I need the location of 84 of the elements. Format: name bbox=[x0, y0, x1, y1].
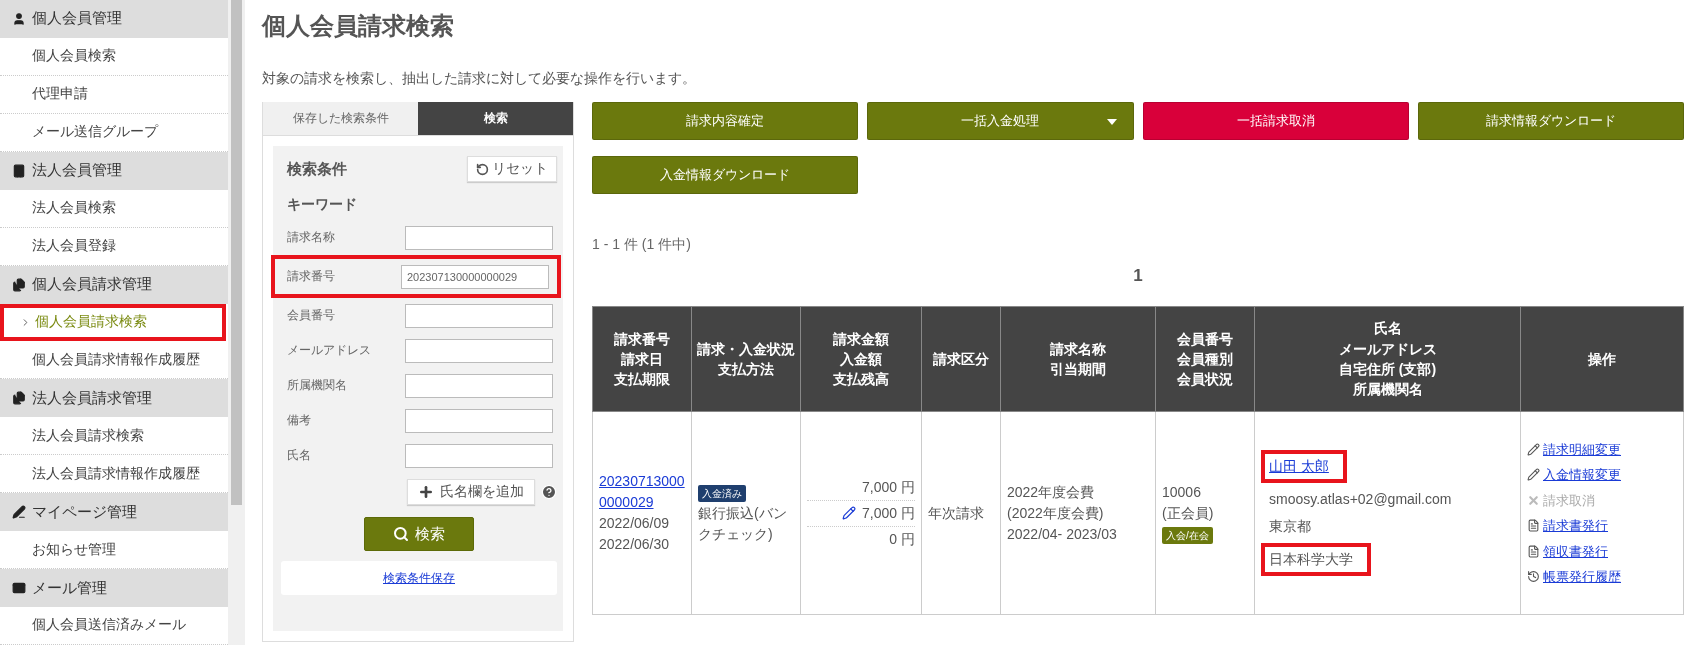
input-field[interactable]: 202307130000000029 bbox=[401, 264, 549, 289]
amount: 7,000 円 bbox=[862, 477, 915, 497]
billing-name-line: 2022年度会費 bbox=[1007, 482, 1096, 502]
section-title: マイページ管理 bbox=[32, 502, 137, 522]
panel-title: 検索条件 bbox=[287, 159, 347, 179]
billing-name-line: (2022年度会費) bbox=[1007, 503, 1105, 523]
field-label: 氏名 bbox=[287, 447, 311, 464]
pen-icon bbox=[12, 505, 26, 520]
result-count: 1 - 1 件 (1 件中) bbox=[592, 236, 692, 254]
member-type: (正会員) bbox=[1162, 503, 1215, 523]
section-title: 個人会員請求管理 bbox=[32, 275, 152, 295]
search-button[interactable]: 検索 bbox=[364, 517, 474, 551]
operation-link[interactable]: 請求明細変更 bbox=[1527, 439, 1677, 459]
action-button[interactable]: 一括請求取消 bbox=[1142, 102, 1409, 140]
input-field[interactable] bbox=[405, 373, 553, 398]
page-title: 個人会員請求検索 bbox=[262, 11, 455, 41]
column-header: 請求区分 bbox=[921, 306, 1001, 412]
operation-link[interactable]: 領収書発行 bbox=[1527, 541, 1677, 561]
plus-icon bbox=[418, 484, 434, 500]
pencil-icon bbox=[1527, 442, 1540, 456]
action-button[interactable]: 請求内容確定 bbox=[592, 102, 859, 140]
column-header: 請求名称 引当期間 bbox=[1000, 306, 1156, 412]
field-label: メールアドレス bbox=[287, 342, 371, 359]
save-conditions-link[interactable]: 検索条件保存 bbox=[383, 569, 455, 587]
input-field[interactable] bbox=[405, 303, 553, 328]
amount: 0 円 bbox=[889, 529, 915, 549]
member-status-badge: 入会/在会 bbox=[1162, 526, 1213, 544]
column-header: 請求・入金状況 支払方法 bbox=[691, 306, 801, 412]
add-name-field-button[interactable]: 氏名欄を追加 bbox=[407, 479, 535, 505]
due-date: 2022/06/30 bbox=[599, 535, 671, 554]
reset-icon bbox=[476, 162, 489, 176]
operation-link[interactable]: 帳票発行履歴 bbox=[1527, 567, 1677, 587]
column-header: 操作 bbox=[1520, 306, 1684, 412]
organization-name: 日本科学大学 bbox=[1269, 551, 1353, 567]
invoice-date: 2022/06/09 bbox=[599, 514, 671, 533]
close-icon bbox=[1527, 493, 1540, 507]
person-icon bbox=[12, 11, 26, 26]
field-label: 備考 bbox=[287, 412, 311, 429]
input-field[interactable] bbox=[405, 225, 553, 250]
column-header: 請求金額 入金額 支払残高 bbox=[800, 306, 922, 412]
section-title: メール管理 bbox=[32, 578, 107, 598]
section-title: 個人会員管理 bbox=[32, 9, 122, 29]
operation-link[interactable]: 請求書発行 bbox=[1527, 516, 1677, 536]
action-button[interactable]: 請求情報ダウンロード bbox=[1417, 102, 1684, 140]
invoice-number-link[interactable]: 202307130000000029 bbox=[599, 471, 685, 513]
operation-link[interactable]: 入金情報変更 bbox=[1527, 465, 1677, 485]
field-label: 請求名称 bbox=[287, 229, 335, 246]
sidebar-item[interactable]: 個人会員請求検索 bbox=[0, 303, 226, 342]
page-description: 対象の請求を検索し、抽出した請求に対して必要な操作を行います。 bbox=[262, 70, 697, 88]
address: 東京都 bbox=[1269, 517, 1312, 536]
table-cell: 年次請求 bbox=[921, 411, 1001, 615]
field-label: 所属機関名 bbox=[287, 377, 347, 394]
input-field[interactable] bbox=[405, 408, 553, 433]
caret-icon bbox=[1106, 119, 1117, 125]
member-name-link[interactable]: 山田 太郎 bbox=[1269, 458, 1329, 474]
billing-name-line: 2022/04- 2023/03 bbox=[1007, 524, 1118, 544]
document-icon bbox=[1527, 519, 1540, 533]
scrollbar[interactable] bbox=[228, 0, 245, 645]
column-header: 氏名 メールアドレス 自宅住所 (支部) 所属機関名 bbox=[1254, 306, 1521, 412]
status-badge: 入金済み bbox=[698, 484, 746, 502]
document-icon bbox=[1527, 544, 1540, 558]
search-icon bbox=[393, 526, 409, 542]
panel-tab[interactable]: 検索 bbox=[418, 102, 573, 136]
input-field[interactable] bbox=[405, 338, 553, 363]
reset-button[interactable]: リセット bbox=[467, 156, 557, 182]
help-icon[interactable] bbox=[541, 484, 557, 500]
pencil-icon bbox=[1527, 468, 1540, 482]
panel-tab[interactable]: 保存した検索条件 bbox=[263, 102, 418, 136]
member-number: 10006 bbox=[1162, 482, 1202, 502]
field-label: 会員番号 bbox=[287, 307, 335, 324]
payment-method: 銀行振込(バンクチェック) bbox=[698, 503, 788, 544]
field-label: 請求番号 bbox=[287, 268, 335, 285]
section-title: 法人会員管理 bbox=[32, 161, 122, 181]
column-header: 会員番号 会員種別 会員状況 bbox=[1155, 306, 1255, 412]
history-icon bbox=[1527, 570, 1540, 584]
action-button[interactable]: 入金情報ダウンロード bbox=[592, 156, 859, 194]
column-header: 請求番号 請求日 支払期限 bbox=[592, 306, 692, 412]
email: smoosy.atlas+02@gmail.com bbox=[1269, 490, 1453, 509]
input-field[interactable] bbox=[405, 443, 553, 468]
action-button[interactable]: 一括入金処理 bbox=[867, 102, 1134, 140]
page-number[interactable]: 1 bbox=[1133, 266, 1143, 286]
section-heading: キーワード bbox=[287, 196, 358, 214]
section-title: 法人会員請求管理 bbox=[32, 388, 152, 408]
amount: 7,000 円 bbox=[862, 503, 915, 523]
